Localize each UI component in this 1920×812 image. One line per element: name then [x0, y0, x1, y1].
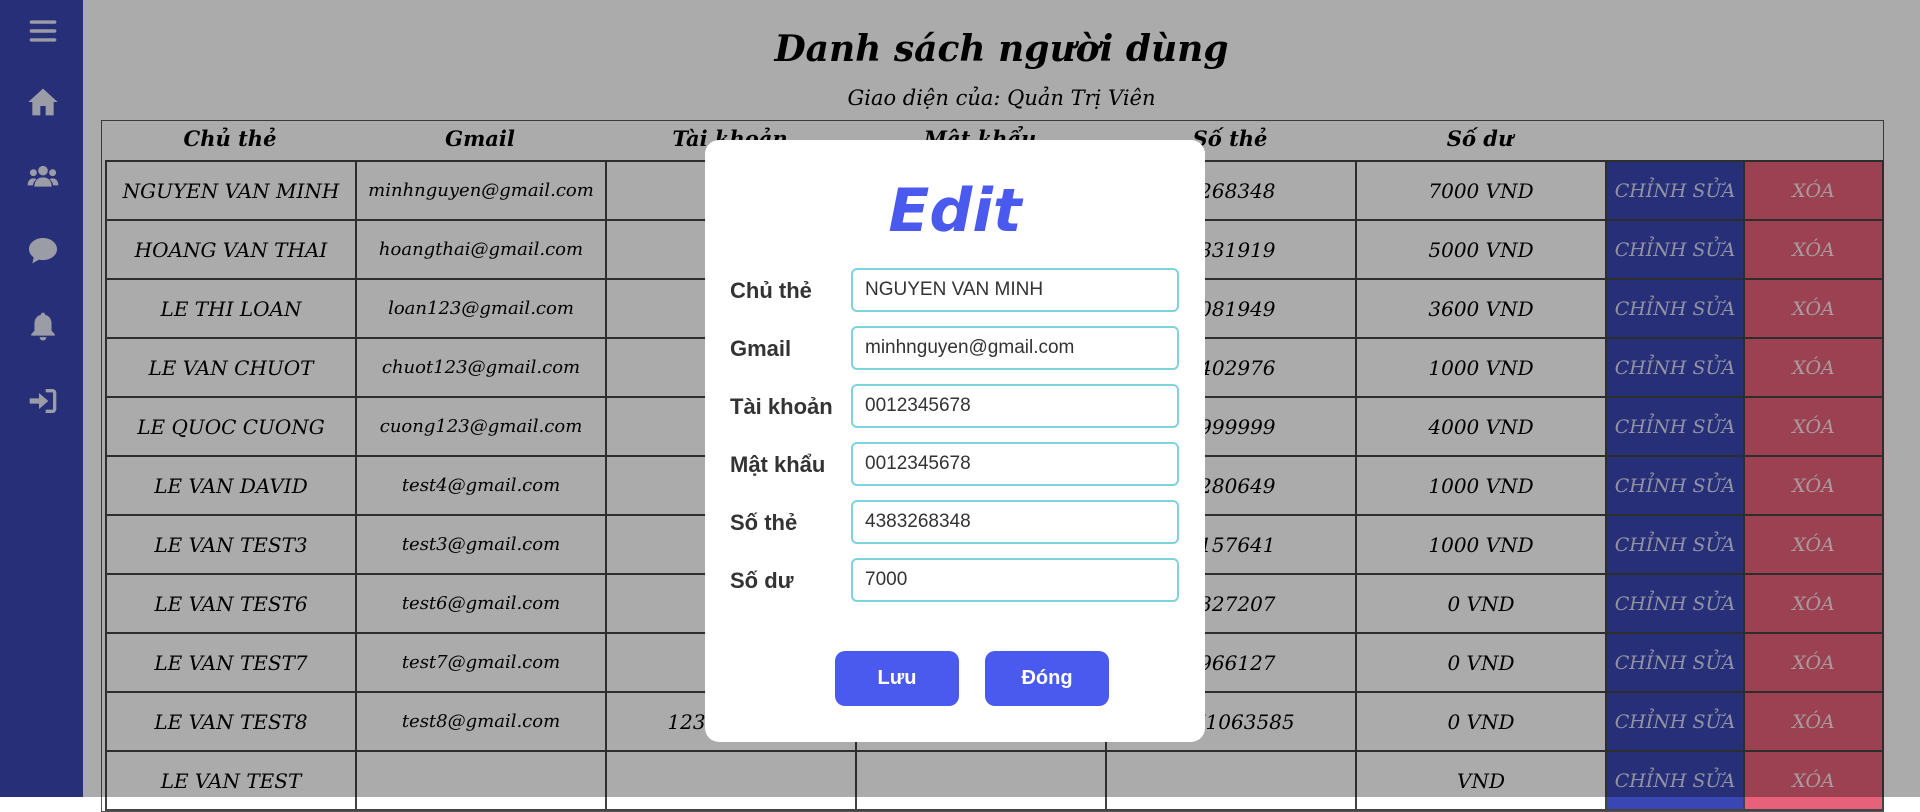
- card-number-label: Số thẻ: [730, 510, 798, 535]
- balance-label: Số dư: [730, 568, 794, 593]
- balance-input[interactable]: [851, 558, 1179, 602]
- holder-label: Chủ thẻ: [730, 278, 812, 303]
- save-button[interactable]: Lưu: [835, 651, 959, 706]
- holder-input[interactable]: [851, 268, 1179, 312]
- account-input[interactable]: [851, 384, 1179, 428]
- close-button[interactable]: Đóng: [985, 651, 1109, 706]
- password-label: Mật khẩu: [730, 452, 826, 477]
- gmail-input[interactable]: [851, 326, 1179, 370]
- modal-title: Edit: [888, 176, 1022, 246]
- card-number-input[interactable]: [851, 500, 1179, 544]
- password-input[interactable]: [851, 442, 1179, 486]
- gmail-label: Gmail: [730, 336, 792, 361]
- edit-modal: Edit Chủ thẻ Gmail Tài khoản Mật khẩu Số…: [705, 140, 1205, 742]
- account-label: Tài khoản: [730, 394, 833, 419]
